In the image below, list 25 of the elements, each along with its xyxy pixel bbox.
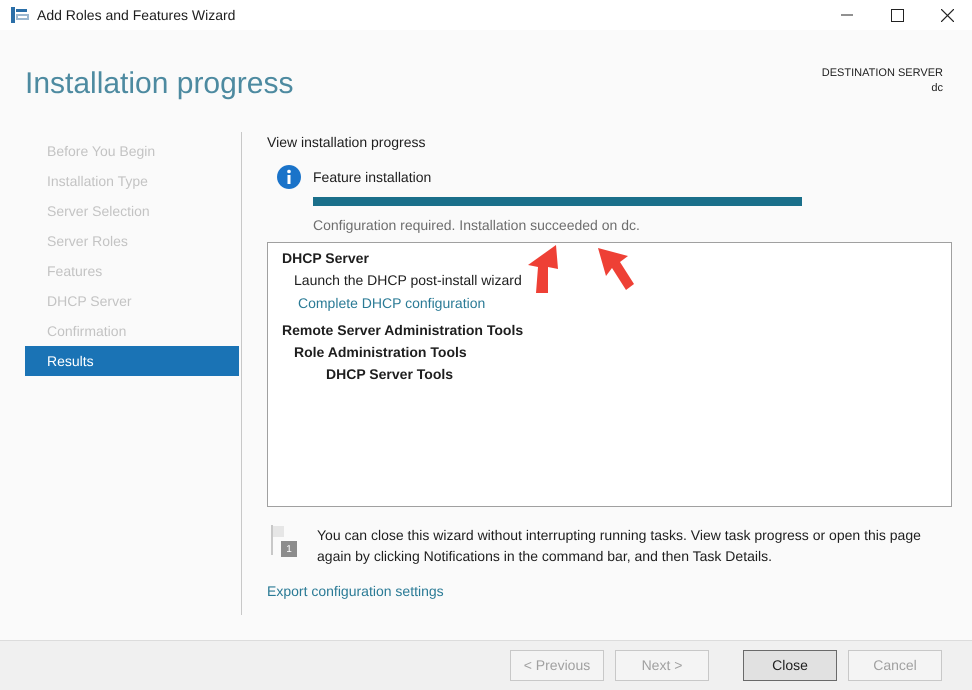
status-title: Feature installation <box>313 168 432 186</box>
status-message: Configuration required. Installation succeeded on dc. <box>313 216 641 235</box>
destination-label: DESTINATION SERVER <box>822 66 943 81</box>
task-count-badge: 1 <box>281 541 297 557</box>
page-title: Installation progress <box>25 66 294 102</box>
maximize-icon <box>890 8 904 22</box>
info-icon <box>277 165 301 189</box>
result-heading: Remote Server Administration Tools <box>282 321 524 340</box>
flag-icon <box>271 525 285 555</box>
export-link[interactable]: Export configuration settings <box>267 581 444 602</box>
configuration-link[interactable]: Complete DHCP configuration <box>298 291 486 315</box>
annotation-arrow-icon <box>596 246 636 292</box>
result-text: Launch the DHCP post-install wizard <box>294 271 522 290</box>
result-heading: DHCP Server <box>282 249 369 268</box>
destination-server: dc <box>931 81 943 96</box>
sidebar-item[interactable]: Results <box>25 346 239 376</box>
close-icon <box>940 8 954 22</box>
minimize-icon <box>841 14 853 16</box>
wizard-button[interactable]: Close <box>743 650 837 681</box>
section-heading: View installation progress <box>267 133 426 152</box>
result-heading: DHCP Server Tools <box>326 365 454 384</box>
result-heading: Role Administration Tools <box>294 343 467 362</box>
wizard-icon <box>11 7 29 23</box>
notice-text: You can close this wizard without interrupting running tasks. View task progress or open this page again by clicking Notifications in the command bar, and then Task Details. <box>317 526 922 566</box>
window-title: Add Roles and Features Wizard <box>37 6 236 24</box>
